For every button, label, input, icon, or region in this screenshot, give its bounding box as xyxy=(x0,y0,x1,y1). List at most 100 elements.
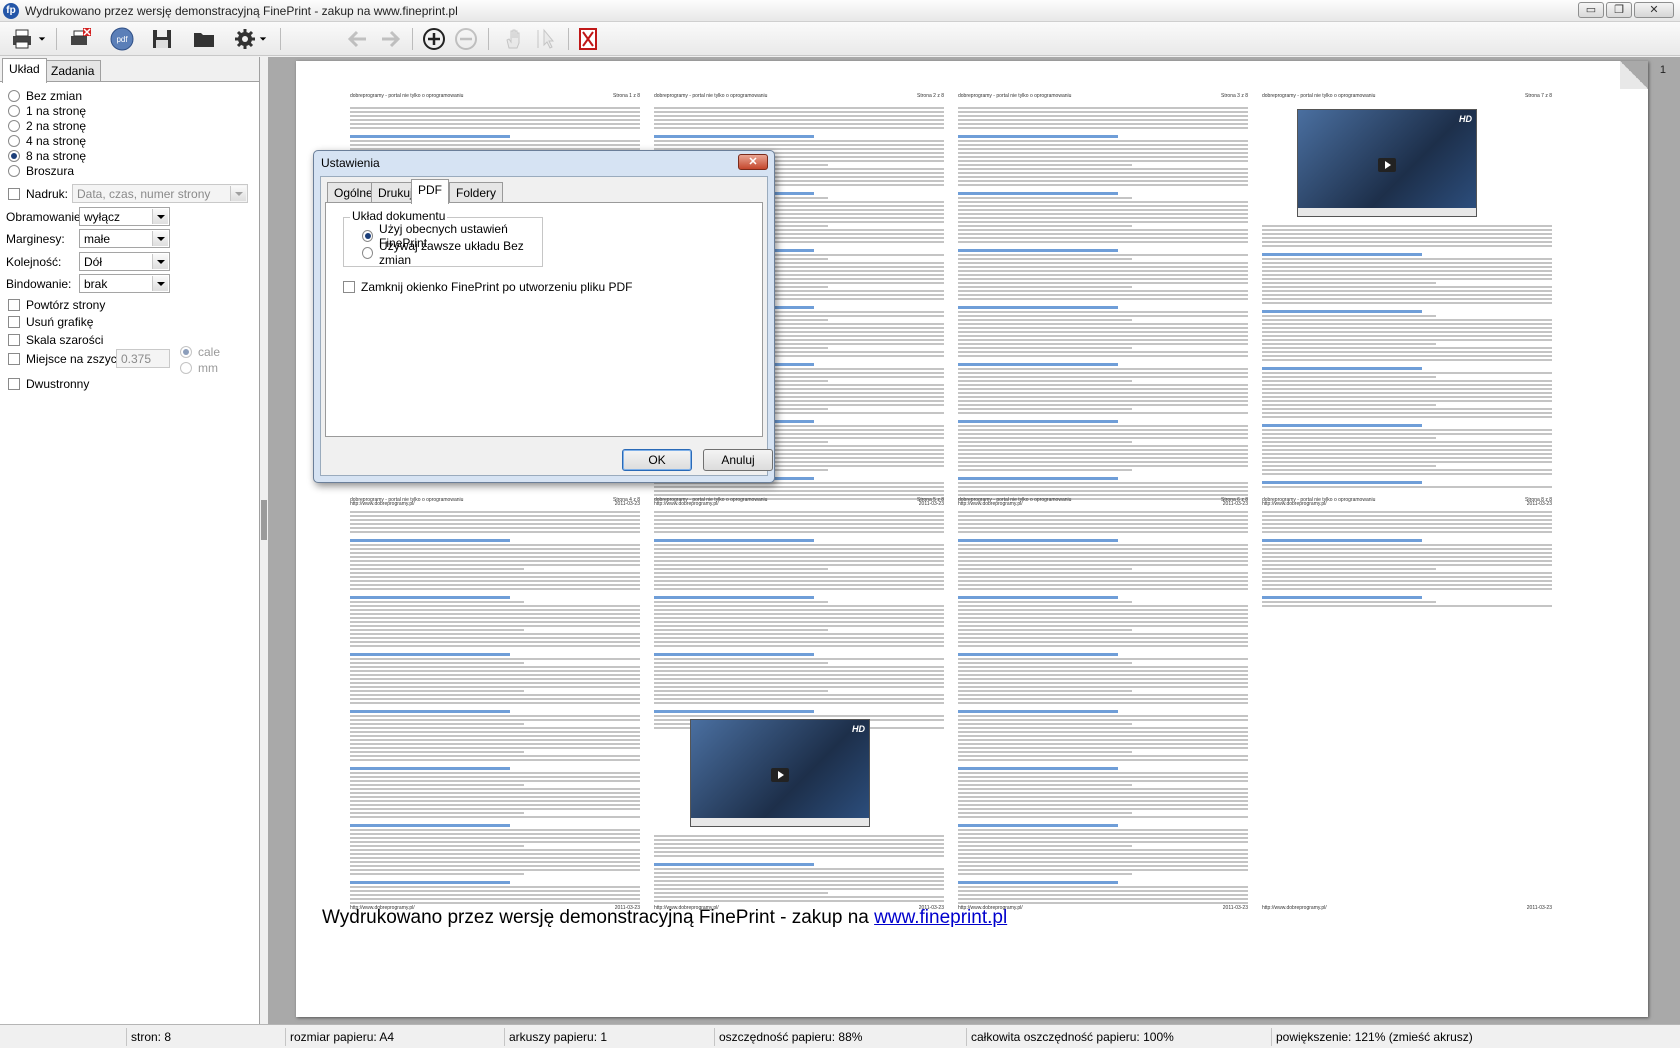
dwustronny-checkbox[interactable]: Dwustronny xyxy=(8,376,89,392)
zoom-in-button[interactable] xyxy=(420,25,448,53)
maximize-button[interactable]: ❐ xyxy=(1606,2,1632,18)
layout-option-2[interactable]: 2 na stronę xyxy=(8,118,86,134)
minimize-button[interactable]: ▭ xyxy=(1578,2,1604,18)
close-window-button[interactable]: ✕ xyxy=(1634,2,1674,18)
settings-button[interactable] xyxy=(230,25,270,53)
text-line xyxy=(350,784,524,786)
unit-mm-radio[interactable]: mm xyxy=(180,360,218,376)
zoom-out-button[interactable] xyxy=(452,25,480,53)
text-line xyxy=(958,698,1248,700)
text-line xyxy=(958,282,1248,284)
text-line xyxy=(958,205,1248,207)
layout-option-8[interactable]: 8 na stronę xyxy=(8,148,86,164)
text-line xyxy=(1262,408,1552,410)
text-line xyxy=(958,715,1248,717)
text-line xyxy=(958,241,1248,243)
text-line xyxy=(654,868,944,870)
miejsce-spinner[interactable]: 0.375 xyxy=(116,349,170,368)
close-after-pdf-checkbox[interactable]: Zamknij okienko FinePrint po utworzeniu … xyxy=(343,279,632,295)
text-line xyxy=(350,796,640,798)
miejsce-na-zszycie-checkbox[interactable]: Miejsce na zszycie xyxy=(8,351,126,367)
layout-option-broszura[interactable]: Broszura xyxy=(8,163,74,179)
text-line xyxy=(958,523,1248,525)
unit-cale-radio[interactable]: cale xyxy=(180,344,220,360)
text-line xyxy=(654,601,828,603)
dialog-close-button[interactable]: ✕ xyxy=(738,154,768,170)
save-button[interactable] xyxy=(148,25,176,53)
tab-uklad[interactable]: Układ xyxy=(2,58,47,83)
text-line xyxy=(958,666,1248,668)
text-line xyxy=(1262,323,1552,325)
text-line xyxy=(958,477,1118,480)
text-line xyxy=(958,588,1248,590)
powtorz-strony-checkbox[interactable]: Powtórz strony xyxy=(8,297,105,313)
status-bar: stron: 8 rozmiar papieru: A4 arkuszy pap… xyxy=(0,1024,1680,1048)
text-line xyxy=(350,833,640,835)
text-line xyxy=(1262,572,1552,574)
text-line xyxy=(958,111,1248,113)
print-icon xyxy=(13,29,31,49)
text-line xyxy=(1262,319,1552,321)
text-line xyxy=(958,853,1248,855)
print-delete-button[interactable] xyxy=(66,25,94,53)
layout-option-4[interactable]: 4 na stronę xyxy=(8,133,86,149)
text-line xyxy=(958,686,1248,688)
text-line xyxy=(1262,515,1552,517)
marginesy-select[interactable]: małe xyxy=(79,229,170,248)
text-line xyxy=(1262,229,1552,231)
text-line xyxy=(958,351,1248,353)
nadruk-select[interactable]: Data, czas, numer strony xyxy=(72,184,248,203)
fineprint-link[interactable]: www.fineprint.pl xyxy=(874,907,1007,928)
text-line xyxy=(958,869,1248,871)
back-arrow-icon xyxy=(347,30,366,48)
always-no-change-radio[interactable]: Używaj zawsze układu Bez zmian xyxy=(362,239,542,267)
print-button[interactable] xyxy=(6,25,50,53)
text-line xyxy=(958,372,1248,374)
text-line xyxy=(958,800,1248,802)
layout-option-1[interactable]: 1 na stronę xyxy=(8,103,86,119)
text-line xyxy=(1262,465,1436,467)
text-line xyxy=(654,144,944,146)
open-folder-button[interactable] xyxy=(190,25,218,53)
previous-page-button[interactable] xyxy=(344,25,372,53)
text-line xyxy=(958,449,1248,451)
fineprint-app-icon[interactable]: fp xyxy=(3,3,19,19)
text-line xyxy=(958,576,1248,578)
panel-splitter[interactable] xyxy=(261,500,267,540)
pan-button[interactable] xyxy=(500,25,528,53)
text-line xyxy=(654,119,944,121)
save-icon xyxy=(153,30,171,48)
tab-pdf[interactable]: PDF xyxy=(411,179,449,204)
text-line xyxy=(1262,331,1552,333)
tab-zadania[interactable]: Zadania xyxy=(44,60,102,82)
text-line xyxy=(958,115,1248,117)
save-pdf-button[interactable]: pdf xyxy=(108,25,136,53)
bindowanie-select[interactable]: brak xyxy=(79,274,170,293)
usun-grafike-checkbox[interactable]: Usuń grafikę xyxy=(8,314,93,330)
select-button[interactable] xyxy=(532,25,560,53)
chevron-down-icon xyxy=(152,254,168,269)
minipage: dobreprogramy - portal nie tylko o oprog… xyxy=(1262,93,1552,507)
ok-button[interactable]: OK xyxy=(622,449,692,471)
kolejnosc-select[interactable]: Dół xyxy=(79,252,170,271)
text-line xyxy=(958,674,1248,676)
text-line xyxy=(350,556,640,558)
text-line xyxy=(958,209,1248,211)
text-line xyxy=(654,107,944,109)
next-page-button[interactable] xyxy=(376,25,404,53)
text-line xyxy=(958,254,1248,256)
text-line xyxy=(1262,441,1552,443)
text-line xyxy=(654,111,944,113)
text-line xyxy=(958,596,1118,599)
layout-panel: Układ Zadania Bez zmian 1 na stronę 2 na… xyxy=(0,57,260,1024)
tab-foldery[interactable]: Foldery xyxy=(449,182,504,203)
text-line xyxy=(1262,539,1422,542)
obramowanie-select[interactable]: wyłącz xyxy=(79,207,170,226)
skala-szarosci-checkbox[interactable]: Skala szarości xyxy=(8,332,103,348)
text-line xyxy=(1262,388,1552,390)
cancel-button[interactable]: Anuluj xyxy=(703,449,773,471)
layout-option-bez-zmian[interactable]: Bez zmian xyxy=(8,88,82,104)
text-line xyxy=(958,816,1248,818)
nadruk-checkbox[interactable]: Nadruk: xyxy=(8,186,68,202)
delete-job-button[interactable] xyxy=(574,25,602,53)
